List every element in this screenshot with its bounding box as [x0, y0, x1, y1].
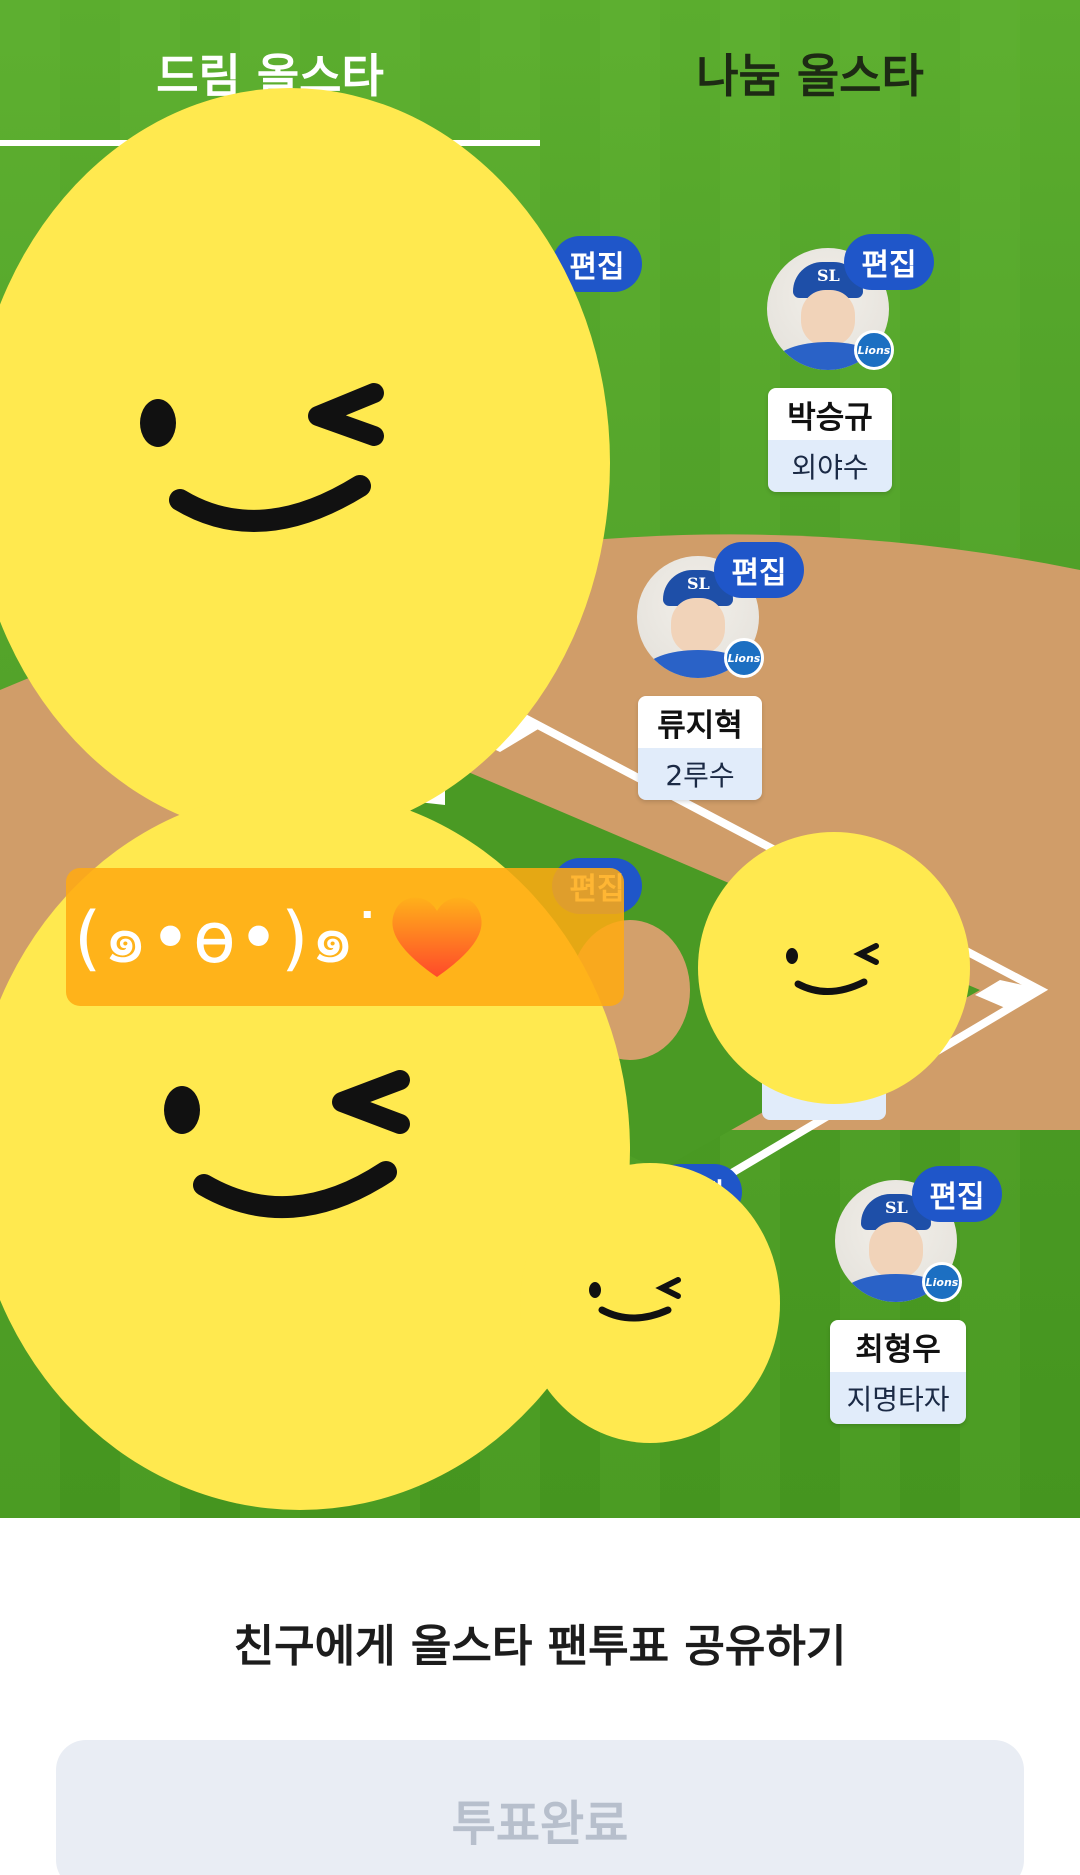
- vote-complete-button[interactable]: 투표완료: [56, 1740, 1024, 1875]
- player-name: 류지혁: [638, 696, 762, 748]
- player-position: 외야수: [768, 440, 892, 492]
- player-name-card: 박승규 외야수: [768, 388, 892, 492]
- team-logo-icon: Lions: [854, 330, 894, 370]
- kaomoji-text: (๑•ө•)๑ᐝ: [74, 896, 377, 979]
- edit-button[interactable]: 편집: [844, 234, 934, 290]
- edit-button[interactable]: 편집: [912, 1166, 1002, 1222]
- winking-smiley-icon: [698, 832, 970, 1104]
- team-logo-icon: Lions: [724, 638, 764, 678]
- player-name: 박승규: [768, 388, 892, 440]
- player-name-card: 최형우 지명타자: [830, 1320, 966, 1424]
- edit-button[interactable]: 편집: [714, 542, 804, 598]
- player-card-designated-hitter[interactable]: SL Lions 편집 최형우 지명타자: [818, 1166, 1002, 1440]
- player-name: 최형우: [830, 1320, 966, 1372]
- winking-smiley-icon: [0, 88, 610, 838]
- player-card-second-base[interactable]: SL Lions 편집 류지혁 2루수: [620, 542, 804, 816]
- share-allstar-vote-link[interactable]: 친구에게 올스타 팬투표 공유하기: [0, 1610, 1080, 1674]
- heart-icon: [392, 897, 482, 977]
- winking-smiley-icon: [520, 1163, 780, 1443]
- player-name-card: 류지혁 2루수: [638, 696, 762, 800]
- team-logo-icon: Lions: [922, 1262, 962, 1302]
- player-card-outfielder[interactable]: SL Lions 편집 박승규 외야수: [750, 234, 934, 508]
- player-position: 지명타자: [830, 1372, 966, 1424]
- kaomoji-sticker: (๑•ө•)๑ᐝ: [66, 868, 624, 1006]
- tab-nanum-allstar-label: 나눔 올스타: [696, 49, 924, 103]
